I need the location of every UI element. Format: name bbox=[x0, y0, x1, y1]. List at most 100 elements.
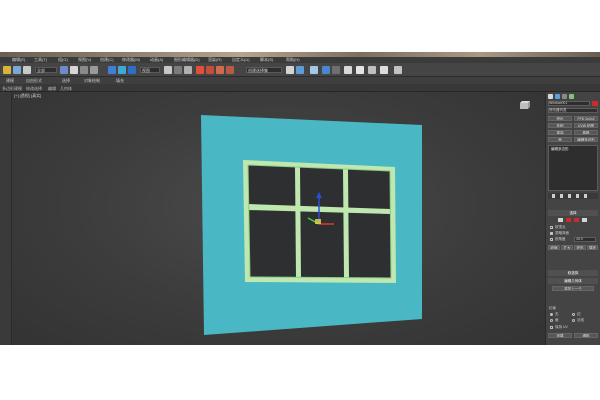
edge-icon[interactable] bbox=[566, 218, 571, 222]
constraint-edge-radio[interactable] bbox=[572, 313, 575, 316]
soft-selection-rollout-header[interactable]: 软选择 bbox=[548, 270, 598, 276]
shell-button[interactable]: 壳 bbox=[548, 137, 572, 142]
perspective-viewport[interactable]: [+] [透视] [真实] bbox=[12, 92, 545, 345]
polygon-modeling-label[interactable]: 多边形建模 bbox=[2, 86, 22, 91]
left-dock-strip bbox=[0, 92, 12, 345]
bend-button[interactable]: 弯曲 bbox=[548, 130, 572, 135]
pivot-icon[interactable] bbox=[164, 66, 172, 74]
show-end-result-icon[interactable] bbox=[560, 194, 563, 198]
redo-icon[interactable] bbox=[13, 66, 21, 74]
mullion-right[interactable] bbox=[343, 169, 349, 278]
ribbon-tab-modeling[interactable]: 建模 bbox=[6, 78, 14, 83]
polygon-icon[interactable] bbox=[582, 218, 587, 222]
constraint-normal-label: 法线 bbox=[577, 318, 584, 322]
preserve-uvs-label: 保持 UV bbox=[555, 325, 568, 329]
constraint-normal-radio[interactable] bbox=[572, 319, 575, 322]
by-vertex-checkbox[interactable] bbox=[550, 226, 553, 229]
scale-icon[interactable] bbox=[128, 66, 136, 74]
constraint-face-label: 面 bbox=[555, 318, 559, 322]
main-toolbar: 全部 视图 创建选择集 bbox=[0, 63, 600, 77]
border-icon[interactable] bbox=[574, 218, 579, 222]
mullion-left[interactable] bbox=[295, 167, 301, 278]
ring-button[interactable]: 环形 bbox=[574, 245, 586, 250]
ribbon-tab-populate[interactable]: 填充 bbox=[116, 78, 124, 83]
extrude-button[interactable]: 挤出 bbox=[548, 116, 572, 121]
window-crossing-icon[interactable] bbox=[90, 66, 98, 74]
lathe-button[interactable]: 车削 bbox=[548, 123, 572, 128]
edit-geometry-rollout-header[interactable]: 编辑几何体 bbox=[548, 278, 598, 284]
named-selection-field[interactable]: 创建选择集 bbox=[246, 67, 282, 73]
scene-canvas bbox=[201, 115, 422, 335]
make-unique-icon[interactable] bbox=[568, 194, 571, 198]
lattice-button[interactable]: 晶格 bbox=[574, 130, 598, 135]
keyboard-shortcut-icon[interactable] bbox=[184, 66, 192, 74]
selection-rollout-header[interactable]: 选择 bbox=[548, 210, 598, 216]
edit-label[interactable]: 编辑 bbox=[48, 86, 56, 91]
modify-selection-label[interactable]: 修改选择 bbox=[26, 86, 42, 91]
object-color-swatch[interactable] bbox=[592, 101, 598, 106]
constraint-edge-label: 边 bbox=[577, 312, 581, 316]
ffd-button[interactable]: FFD 2x2x2 bbox=[574, 116, 598, 121]
constraint-none-radio[interactable] bbox=[550, 313, 553, 316]
render-setup-icon[interactable] bbox=[356, 66, 364, 74]
select-by-name-icon[interactable] bbox=[70, 66, 78, 74]
by-vertex-label: 按顶点 bbox=[555, 225, 566, 229]
shrink-button[interactable]: 收缩 bbox=[548, 245, 560, 250]
hierarchy-tab-icon[interactable] bbox=[562, 94, 567, 99]
uvw-map-button[interactable]: UVW 贴图 bbox=[574, 123, 598, 128]
constraint-face-radio[interactable] bbox=[550, 319, 553, 322]
modifier-stack[interactable]: 编辑多边形 bbox=[548, 145, 598, 191]
select-icon[interactable] bbox=[60, 66, 68, 74]
viewcube-icon[interactable] bbox=[518, 100, 532, 110]
create-button[interactable]: 创建 bbox=[548, 333, 572, 338]
manipulate-icon[interactable] bbox=[174, 66, 182, 74]
modify-tab-icon[interactable] bbox=[555, 94, 560, 99]
align-icon[interactable] bbox=[296, 66, 304, 74]
object-name: Window001 bbox=[549, 101, 568, 105]
geometry-label[interactable]: 几何体 bbox=[60, 86, 72, 91]
ribbon-tab-selection[interactable]: 选择 bbox=[62, 78, 70, 83]
edit-poly-button[interactable]: 编辑多边形 bbox=[574, 137, 598, 142]
constraints-label: 约束 bbox=[549, 306, 556, 310]
rotate-icon[interactable] bbox=[118, 66, 126, 74]
gizmo-plane-handle[interactable] bbox=[315, 219, 321, 224]
selection-filter-dropdown[interactable]: 全部 bbox=[35, 67, 57, 73]
ribbon: 建模 自由形式 选择 对象绘制 填充 bbox=[0, 77, 600, 84]
constraint-none-label: 无 bbox=[555, 312, 559, 316]
render-icon[interactable] bbox=[380, 66, 388, 74]
reference-coordinate-dropdown[interactable]: 视图 bbox=[140, 67, 160, 73]
page-bottom-blank bbox=[0, 345, 600, 400]
remove-modifier-icon[interactable] bbox=[576, 194, 579, 198]
percent-snap-icon[interactable] bbox=[216, 66, 224, 74]
spinner-snap-icon[interactable] bbox=[226, 66, 234, 74]
loop-button[interactable]: 循环 bbox=[587, 245, 598, 250]
schematic-view-icon[interactable] bbox=[332, 66, 340, 74]
mirror-icon[interactable] bbox=[286, 66, 294, 74]
layer-icon[interactable] bbox=[310, 66, 318, 74]
by-angle-checkbox[interactable] bbox=[550, 238, 553, 241]
stack-item-edit-poly[interactable]: 编辑多边形 bbox=[551, 147, 597, 152]
move-icon[interactable] bbox=[108, 66, 116, 74]
ribbon-tab-freeform[interactable]: 自由形式 bbox=[26, 78, 42, 83]
collapse-button[interactable]: 塌陷 bbox=[574, 333, 598, 338]
configure-sets-icon[interactable] bbox=[584, 194, 587, 198]
preserve-uvs-checkbox[interactable] bbox=[550, 326, 553, 329]
ribbon-tab-object-paint[interactable]: 对象绘制 bbox=[84, 78, 100, 83]
grow-button[interactable]: 扩大 bbox=[561, 245, 573, 250]
ribbon-panel: 多边形建模 修改选择 编辑 几何体 bbox=[0, 84, 600, 92]
link-icon[interactable] bbox=[23, 66, 31, 74]
rect-select-icon[interactable] bbox=[80, 66, 88, 74]
ignore-backfacing-checkbox[interactable] bbox=[550, 232, 553, 235]
undo-icon[interactable] bbox=[3, 66, 11, 74]
curve-editor-icon[interactable] bbox=[322, 66, 330, 74]
teapot-icon[interactable] bbox=[394, 66, 402, 74]
render-frame-icon[interactable] bbox=[368, 66, 376, 74]
repeat-last-button[interactable]: 重复上一个 bbox=[552, 286, 594, 291]
angle-snap-icon[interactable] bbox=[206, 66, 214, 74]
vertex-icon[interactable] bbox=[558, 218, 563, 222]
pin-stack-icon[interactable] bbox=[552, 194, 555, 198]
motion-tab-icon[interactable] bbox=[569, 94, 574, 99]
create-tab-icon[interactable] bbox=[548, 94, 553, 99]
material-editor-icon[interactable] bbox=[344, 66, 352, 74]
snap-icon[interactable] bbox=[196, 66, 204, 74]
